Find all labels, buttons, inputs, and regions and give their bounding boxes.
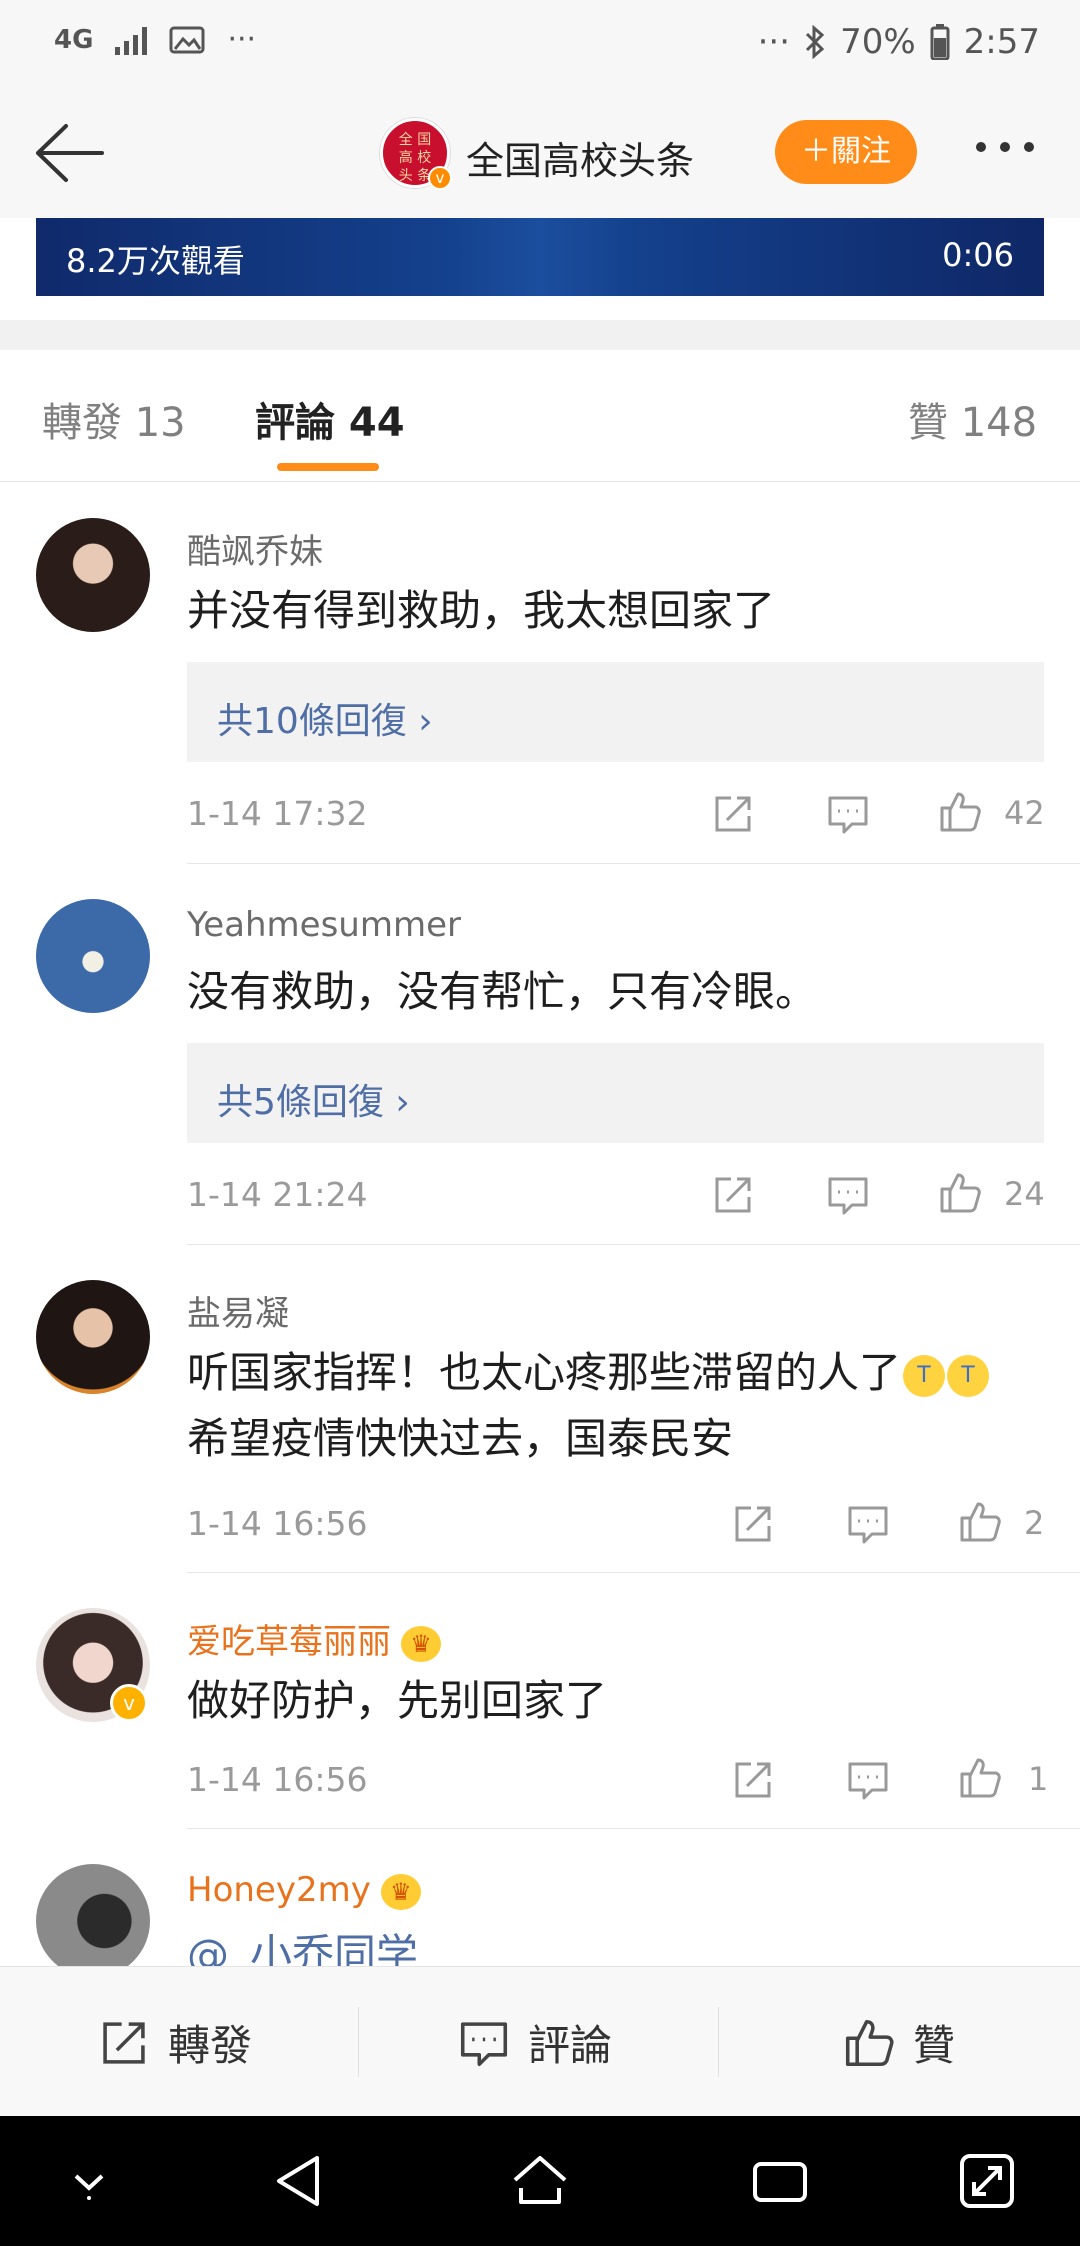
status-bar: 4G ··· ··· 70% 2:57 bbox=[0, 0, 1080, 90]
bottom-action-bar: 轉發 評論 贊 bbox=[0, 1966, 1080, 2116]
reply-icon[interactable] bbox=[846, 1758, 890, 1802]
comment-text: 做好防护，先别回家了 bbox=[187, 1676, 608, 1725]
crying-emoji-icon: T bbox=[903, 1354, 946, 1397]
expand-icon[interactable] bbox=[952, 2146, 1022, 2216]
comment-item: Honey2my ♛ @_小乔同学 bbox=[0, 1864, 1080, 1966]
like-icon[interactable] bbox=[938, 790, 982, 834]
comment-time: 1-14 21:24 bbox=[187, 1175, 368, 1214]
recents-icon[interactable] bbox=[745, 2146, 815, 2216]
comment-button[interactable]: 評論 bbox=[458, 2012, 612, 2073]
like-label: 贊 bbox=[913, 2021, 956, 2070]
comment-divider bbox=[187, 1244, 1080, 1245]
bluetooth-icon bbox=[806, 25, 825, 59]
share-icon[interactable] bbox=[731, 1758, 775, 1802]
gallery-icon bbox=[169, 26, 205, 53]
separator bbox=[718, 2007, 719, 2077]
comment-time: 1-14 16:56 bbox=[187, 1504, 368, 1543]
account-title[interactable]: 全国高校头条 bbox=[466, 130, 694, 185]
verified-badge-icon: v bbox=[428, 166, 452, 190]
like-icon bbox=[845, 2019, 894, 2066]
repost-button[interactable]: 轉發 bbox=[98, 2012, 252, 2073]
like-count: 2 bbox=[1024, 1504, 1045, 1542]
view-replies-button[interactable]: 共10條回復 › bbox=[187, 662, 1044, 762]
home-icon[interactable] bbox=[505, 2146, 575, 2216]
share-icon[interactable] bbox=[731, 1502, 775, 1546]
like-icon[interactable] bbox=[958, 1500, 1002, 1544]
active-tab-indicator bbox=[277, 463, 379, 471]
video-duration: 0:06 bbox=[942, 236, 1014, 274]
comment-text: 听国家指挥！也太心疼那些滞留的人了 T T 希望疫情快快过去，国泰民安 bbox=[187, 1340, 990, 1472]
comment-text: 并没有得到救助，我太想回家了 bbox=[187, 586, 776, 635]
repost-label: 轉發 bbox=[168, 2021, 253, 2070]
more-options-icon[interactable] bbox=[976, 142, 1034, 152]
avatar[interactable] bbox=[36, 1280, 150, 1394]
system-nav-bar bbox=[0, 2116, 1080, 2246]
comment-author[interactable]: 盐易凝 bbox=[187, 1286, 289, 1335]
battery-percent: 70% bbox=[840, 22, 916, 62]
comment-author[interactable]: Honey2my ♛ bbox=[187, 1870, 421, 1910]
like-icon[interactable] bbox=[958, 1756, 1002, 1800]
avatar[interactable] bbox=[36, 518, 150, 632]
separator bbox=[358, 2007, 359, 2077]
reply-icon[interactable] bbox=[846, 1502, 890, 1546]
comment-author[interactable]: Yeahmesummer bbox=[187, 905, 461, 945]
like-icon[interactable] bbox=[938, 1171, 982, 1215]
avatar[interactable] bbox=[36, 1864, 150, 1966]
share-icon bbox=[103, 2021, 145, 2064]
comment-author[interactable]: 酷飒乔妹 bbox=[187, 524, 323, 573]
replies-label: 共10條回復 › bbox=[217, 701, 433, 742]
reply-icon[interactable] bbox=[826, 1173, 870, 1217]
down-icon[interactable] bbox=[54, 2146, 124, 2216]
clock: 2:57 bbox=[963, 22, 1040, 62]
comment-text-line: 听国家指挥！也太心疼那些滞留的人了 bbox=[187, 1348, 902, 1397]
comment-time: 1-14 16:56 bbox=[187, 1760, 368, 1799]
comment-text: 没有救助，没有帮忙，只有冷眼。 bbox=[187, 967, 818, 1016]
comment-text: @_小乔同学 bbox=[187, 1930, 419, 1966]
share-icon[interactable] bbox=[711, 792, 755, 836]
follow-button[interactable]: ＋關注 bbox=[775, 120, 917, 184]
like-count: 1 bbox=[1028, 1760, 1049, 1798]
interaction-tabs: 轉發 13 評論 44 贊 148 bbox=[0, 350, 1080, 482]
author-name: 爱吃草莓丽丽 bbox=[187, 1622, 391, 1662]
comment-divider bbox=[187, 1572, 1080, 1573]
like-button[interactable]: 贊 bbox=[843, 2012, 955, 2073]
author-name: Honey2my bbox=[187, 1870, 371, 1910]
network-type: 4G bbox=[54, 24, 94, 55]
vip-crown-icon: ♛ bbox=[401, 1625, 441, 1662]
section-divider bbox=[0, 320, 1080, 350]
comment-label: 評論 bbox=[528, 2021, 613, 2070]
comment-divider bbox=[187, 863, 1080, 864]
comment-time: 1-14 17:32 bbox=[187, 794, 368, 833]
view-replies-button[interactable]: 共5條回復 › bbox=[187, 1043, 1044, 1143]
comment-text-line: 希望疫情快快过去，国泰民安 bbox=[187, 1414, 734, 1463]
like-count: 24 bbox=[1004, 1175, 1045, 1213]
like-count: 42 bbox=[1004, 794, 1045, 832]
back-arrow-icon[interactable] bbox=[30, 120, 106, 186]
vip-crown-icon: ♛ bbox=[380, 1873, 421, 1910]
replies-label: 共5條回復 › bbox=[217, 1082, 410, 1123]
verified-badge-icon: v bbox=[110, 1684, 148, 1722]
reply-icon[interactable] bbox=[826, 792, 870, 836]
video-player[interactable]: 8.2万次觀看 0:06 bbox=[36, 218, 1044, 296]
top-nav-bar: 全 国高 校头 条 v 全国高校头条 ＋關注 bbox=[0, 90, 1080, 218]
back-icon[interactable] bbox=[265, 2146, 335, 2216]
share-icon[interactable] bbox=[711, 1173, 755, 1217]
more-dots-icon: ··· bbox=[227, 22, 257, 57]
signal-icon bbox=[115, 25, 148, 55]
tab-likes[interactable]: 贊 148 bbox=[908, 390, 1037, 448]
more-dots-icon: ··· bbox=[757, 22, 791, 62]
comment-divider bbox=[187, 1828, 1080, 1829]
tab-repost[interactable]: 轉發 13 bbox=[42, 390, 186, 448]
avatar[interactable] bbox=[36, 899, 150, 1013]
view-count: 8.2万次觀看 bbox=[66, 242, 245, 280]
tab-comments[interactable]: 評論 44 bbox=[255, 390, 405, 448]
battery-icon bbox=[930, 24, 950, 60]
comment-author[interactable]: 爱吃草莓丽丽 ♛ bbox=[187, 1614, 441, 1663]
comment-icon bbox=[460, 2021, 508, 2066]
crying-emoji-icon: T bbox=[947, 1354, 990, 1397]
